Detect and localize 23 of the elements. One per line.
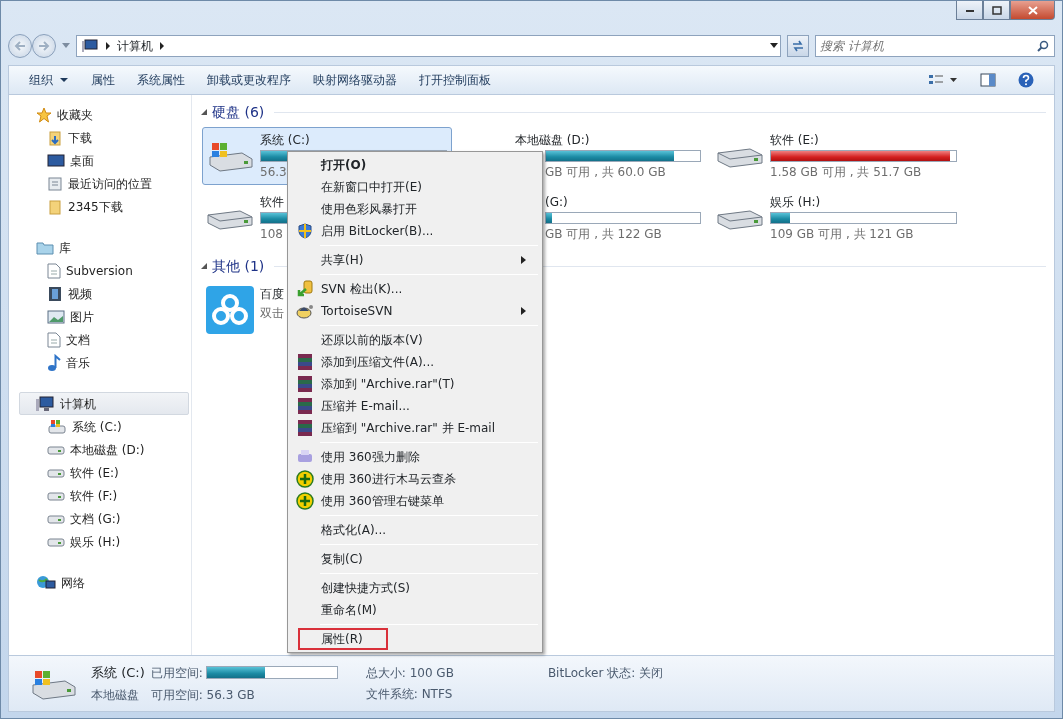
free-space-text: GB 可用 , 共 122 GB: [545, 226, 662, 243]
drive-name: 系统 (C:): [91, 663, 145, 682]
drive-name: 本地磁盘 (D:): [515, 132, 590, 149]
free-space-text: 可用空间: 56.3 GB: [150, 687, 256, 705]
section-header: 其他 (1): [212, 256, 265, 276]
free-space-text: 1.58 GB 可用 , 共 51.7 GB: [770, 164, 922, 181]
free-space-text: GB 可用 , 共 60.0 GB: [545, 164, 666, 181]
bitlocker-status-text: BitLocker 状态: 关闭: [547, 665, 664, 682]
drive-name: 软件: [260, 194, 284, 211]
item-description: 双击: [260, 305, 284, 322]
used-space-label: 已用空间:: [150, 664, 203, 682]
drive-name: 娱乐 (H:): [770, 194, 821, 211]
free-space-text: 108: [260, 226, 283, 243]
drive-type: 本地磁盘: [91, 687, 140, 705]
total-size-text: 总大小: 100 GB: [365, 665, 454, 682]
drive-name: (G:): [545, 194, 568, 211]
free-space-text: 56.3: [260, 164, 287, 181]
section-header: 硬盘 (6): [212, 102, 265, 122]
file-system-text: 文件系统: NTFS: [365, 686, 454, 703]
free-space-text: 109 GB 可用 , 共 121 GB: [770, 226, 914, 243]
drive-name: 系统 (C:): [260, 132, 310, 149]
drive-name: 软件 (E:): [770, 132, 819, 149]
drive-name: 百度: [260, 286, 284, 303]
